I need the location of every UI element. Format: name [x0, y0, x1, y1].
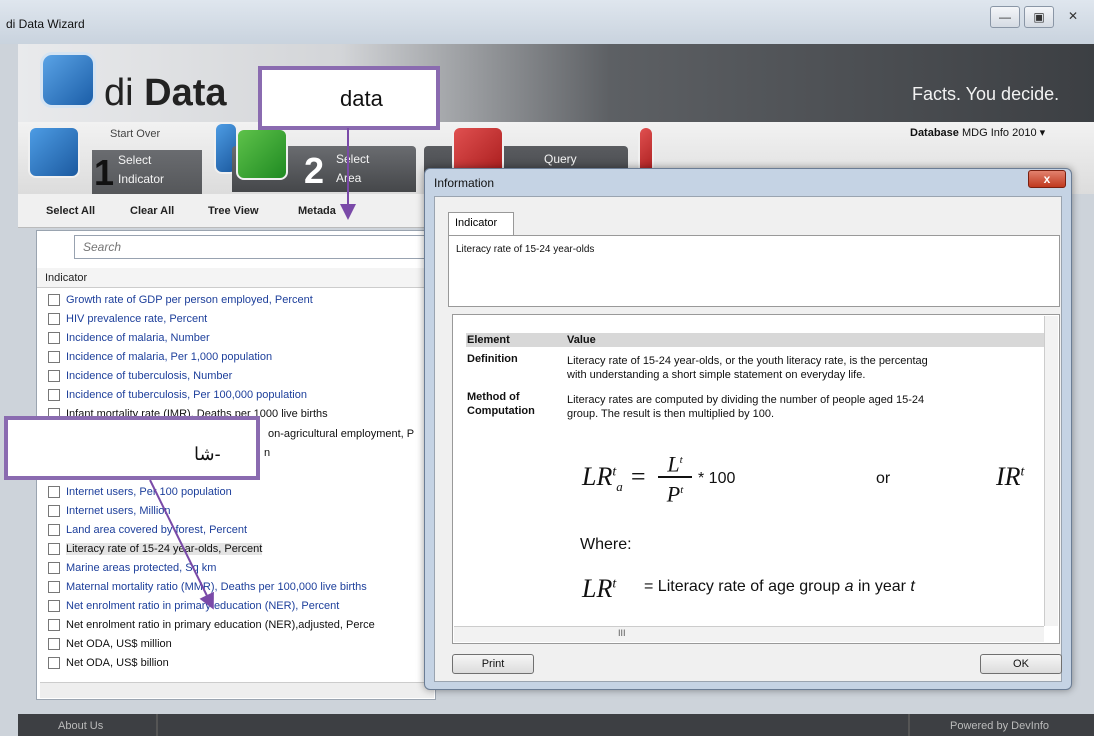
- annotation-arrows: [149, 128, 356, 610]
- arrow-middle: [149, 479, 214, 610]
